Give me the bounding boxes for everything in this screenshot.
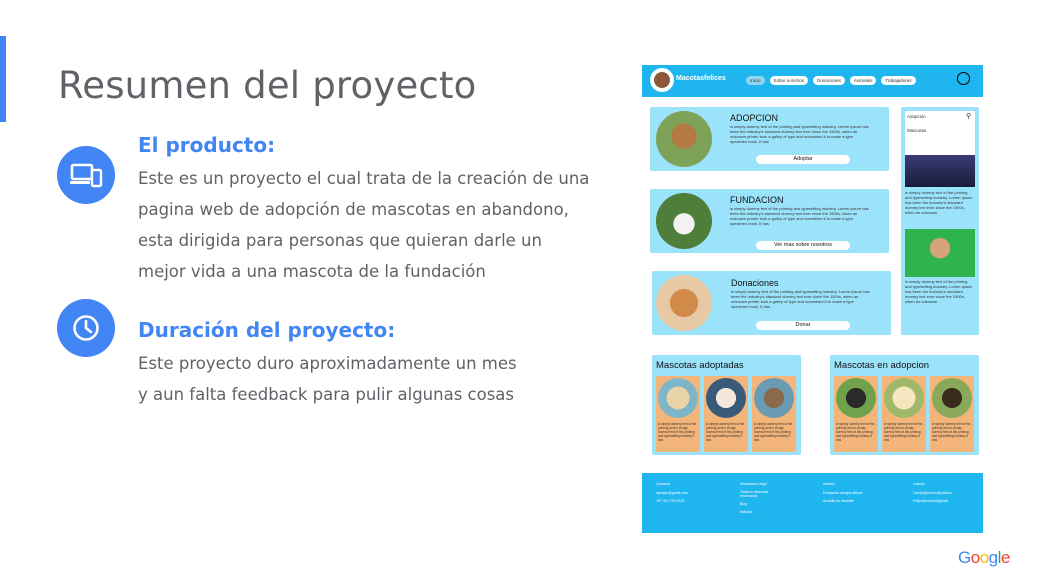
footer-item: +57 312 729 3126 — [656, 499, 685, 503]
footer-item: Camilo@correo@yahoo.t — [913, 491, 953, 495]
card-title: ADOPCION — [730, 113, 779, 123]
devices-icon — [57, 146, 115, 204]
mascotas-en-adopcion-section: Mascotas en adopcion is simply dummy tex… — [830, 355, 979, 455]
pet-text: is simply dummy text of the printing and… — [658, 422, 697, 442]
card-button: Adoptar — [756, 155, 850, 164]
footer-item: Alcaldia de medellin — [823, 499, 855, 503]
sidebar-photo-1 — [905, 155, 975, 187]
mockup-nav-donaciones: Donaciones — [813, 76, 845, 85]
pet-photo — [754, 378, 794, 418]
duration-line: Este proyecto duro aproximadamente un me… — [138, 354, 517, 373]
dog-photo — [656, 111, 712, 167]
footer-heading: Informacion legal — [740, 482, 767, 486]
duration-line: y aun falta feedback para pulir algunas … — [138, 385, 515, 404]
mockup-sidebar: Adopcion ⚲ Mascotas is simply dummy text… — [901, 107, 979, 335]
duration-title: Duración del proyecto: — [138, 318, 396, 342]
search-icon: ⚲ — [966, 113, 972, 120]
user-icon — [957, 72, 970, 85]
duration-description: Este proyecto duro aproximadamente un me… — [138, 348, 517, 410]
pet-text: is simply dummy text of the printing and… — [836, 422, 875, 442]
footer-item: Noticias — [740, 510, 753, 514]
pet-photo — [706, 378, 746, 418]
product-line: esta dirigida para personas que quieran … — [138, 231, 542, 250]
sidebar-photo-2 — [905, 229, 975, 277]
pet-text: is simply dummy text of the printing and… — [884, 422, 923, 442]
slide-title: Resumen del proyecto — [58, 64, 477, 107]
pet-text: is simply dummy text of the printing and… — [754, 422, 793, 442]
mockup-card-adopcion: ADOPCION is simply dummy text of the pri… — [650, 107, 889, 171]
mockup-nav-trabajadores: Trabajadores — [881, 76, 916, 85]
google-logo: Google — [958, 548, 1010, 567]
product-title: El producto: — [138, 133, 276, 157]
pet-text: is simply dummy text of the printing and… — [932, 422, 971, 442]
card-text: is simply dummy text of the printing and… — [731, 289, 870, 309]
footer-item: ejemplo@gmail.com — [656, 491, 688, 495]
mockup-footer: Contacto ejemplo@gmail.com +57 312 729 3… — [642, 473, 983, 533]
footer-heading: Lideres — [913, 482, 925, 486]
section-title: Mascotas en adopcion — [834, 360, 930, 371]
paw-logo-icon — [650, 68, 674, 92]
mockup-brand: Macotasfelices — [676, 75, 726, 82]
mockup-navbar: Macotasfelices Inicio Sobre nosotros Don… — [642, 65, 983, 97]
mockup-nav-sobre: Sobre nosotros — [769, 76, 809, 85]
pet-photo — [884, 378, 924, 418]
footer-col-lideres: Lideres Camilo@correo@yahoo.t Felipe@cor… — [913, 481, 952, 504]
footer-col-contacto: Contacto ejemplo@gmail.com +57 312 729 3… — [656, 481, 688, 504]
card-button: Donar — [756, 321, 850, 330]
mockup-card-fundacion: FUNDACION is simply dummy text of the pr… — [650, 189, 889, 253]
pet-text: is simply dummy text of the printing and… — [706, 422, 745, 442]
pet-photo — [932, 378, 972, 418]
pet-photo — [658, 378, 698, 418]
footer-item: Felipe@correo@gmail — [913, 499, 948, 503]
product-line: mejor vida a una mascota de la fundación — [138, 262, 486, 281]
search-suggestion: Mascotas — [907, 128, 927, 133]
pet-card: is simply dummy text of the printing and… — [704, 376, 748, 452]
pet-card: is simply dummy text of the printing and… — [752, 376, 796, 452]
pet-card: is simply dummy text of the printing and… — [656, 376, 700, 452]
product-line: pagina web de adopción de mascotas en ab… — [138, 200, 569, 219]
footer-item: Fundacion amigos felices — [823, 491, 863, 495]
search-value: Adopcion — [907, 114, 926, 119]
product-line: Este es un proyecto el cual trata de la … — [138, 169, 590, 188]
house-photo — [656, 193, 712, 249]
mockup-card-donaciones: Donaciones is simply dummy text of the p… — [652, 271, 891, 335]
footer-col-legal: Informacion legal Todos lo derechos rese… — [740, 481, 780, 515]
mockup-nav-inicio: Inicio — [746, 76, 765, 85]
footer-item: Blog — [740, 502, 748, 506]
card-text: is simply dummy text of the printing and… — [730, 206, 869, 226]
mockup-search: Adopcion ⚲ Mascotas — [905, 111, 975, 155]
product-description: Este es un proyecto el cual trata de la … — [138, 163, 589, 287]
footer-col-aliados: Aliados Fundacion amigos felices Alcaldi… — [823, 481, 863, 504]
pet-card: is simply dummy text of the printing and… — [882, 376, 926, 452]
clock-icon — [57, 299, 115, 357]
footer-heading: Contacto — [656, 482, 671, 486]
sidebar-text: is simply dummy text of the printing and… — [905, 190, 973, 215]
mascotas-adoptadas-section: Mascotas adoptadas is simply dummy text … — [652, 355, 801, 455]
sidebar-text: is simply dummy text of the printing and… — [905, 279, 973, 304]
pet-photo — [836, 378, 876, 418]
footer-item: Todos lo derechos reservados — [740, 490, 769, 498]
pet-card: is simply dummy text of the printing and… — [834, 376, 878, 452]
pet-card: is simply dummy text of the printing and… — [930, 376, 974, 452]
accent-bar — [0, 36, 6, 122]
footer-heading: Aliados — [823, 482, 835, 486]
card-title: Donaciones — [731, 278, 779, 288]
card-title: FUNDACION — [730, 195, 784, 205]
food-photo — [656, 275, 712, 331]
website-mockup: Macotasfelices Inicio Sobre nosotros Don… — [642, 65, 983, 533]
mockup-nav-animales: Animales — [849, 76, 877, 85]
card-button: Ver mas sobre nosotros — [756, 241, 850, 250]
section-title: Mascotas adoptadas — [656, 360, 744, 371]
card-text: is simply dummy text of the printing and… — [730, 124, 869, 144]
